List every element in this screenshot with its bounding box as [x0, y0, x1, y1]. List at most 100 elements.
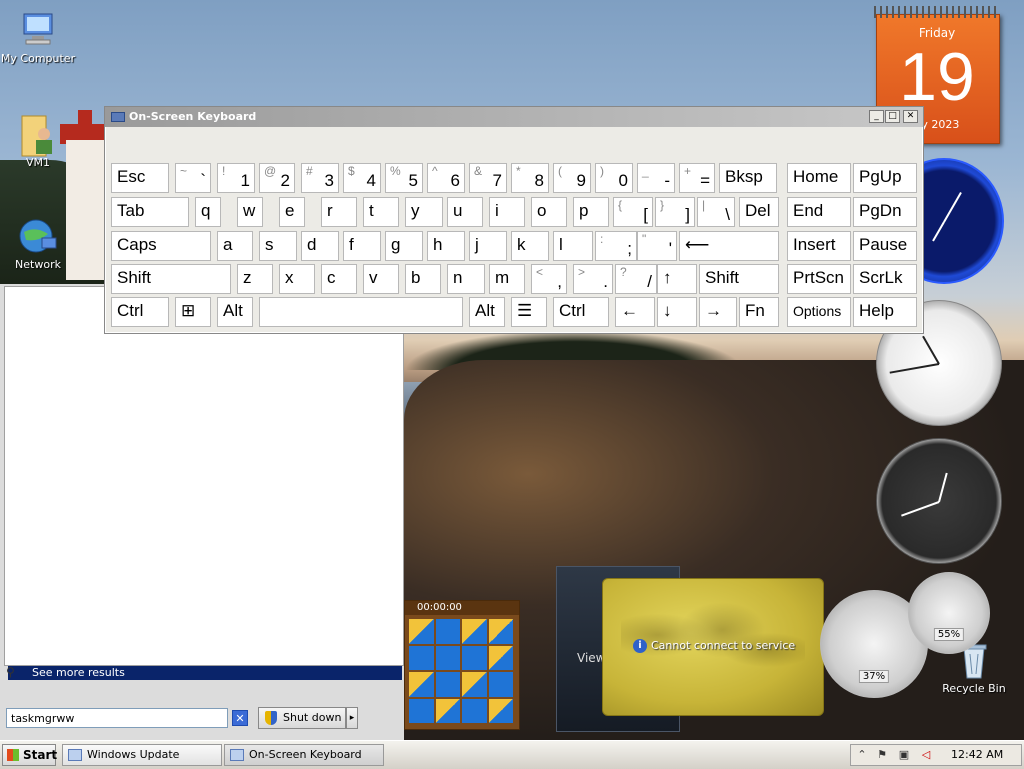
key-r2k2[interactable]: s — [259, 231, 297, 261]
key-r0k14[interactable]: Bksp — [719, 163, 777, 193]
key-r1k4[interactable]: r — [321, 197, 357, 227]
key-r3k9[interactable]: >. — [573, 264, 613, 294]
key-r0k13[interactable]: + = — [679, 163, 715, 193]
puzzle-grid[interactable] — [409, 619, 513, 723]
puzzle-tile[interactable] — [435, 645, 460, 670]
key-r3k1[interactable]: z — [237, 264, 273, 294]
key-r3k10[interactable]: ? / — [615, 264, 657, 294]
weather-map-gadget[interactable]: i Cannot connect to service — [602, 578, 824, 716]
key-r4k0[interactable]: Ctrl — [111, 297, 169, 327]
key-r4k11[interactable]: Options — [787, 297, 851, 327]
puzzle-tile[interactable] — [409, 645, 434, 670]
puzzle-tile[interactable] — [488, 698, 513, 723]
key-r0k3[interactable]: @2 — [259, 163, 295, 193]
key-r2k3[interactable]: d — [301, 231, 339, 261]
key-r1k14[interactable]: Del — [739, 197, 779, 227]
picture-puzzle-gadget[interactable]: 00:00:00 — [404, 600, 520, 730]
taskbar-item-on-screen-keyboard[interactable]: On-Screen Keyboard — [224, 744, 384, 766]
key-r4k7[interactable]: ← — [615, 297, 655, 327]
key-r1k5[interactable]: t — [363, 197, 399, 227]
key-r2k14[interactable]: Pause — [853, 231, 917, 261]
key-r3k3[interactable]: c — [321, 264, 357, 294]
puzzle-tile[interactable] — [462, 672, 487, 697]
key-r0k1[interactable]: ~ ` — [175, 163, 211, 193]
clock-time[interactable]: 12:42 AM — [951, 748, 1003, 761]
key-r0k4[interactable]: #3 — [301, 163, 339, 193]
key-r3k14[interactable]: ScrLk — [853, 264, 917, 294]
key-r3k0[interactable]: Shift — [111, 264, 231, 294]
puzzle-tile[interactable] — [488, 619, 513, 644]
clear-search-icon[interactable]: ✕ — [232, 710, 248, 726]
key-r0k8[interactable]: & 7 — [469, 163, 507, 193]
key-r3k12[interactable]: Shift — [699, 264, 779, 294]
key-r2k6[interactable]: h — [427, 231, 465, 261]
key-r0k10[interactable]: (9 — [553, 163, 591, 193]
key-r3k13[interactable]: PrtScn — [787, 264, 851, 294]
key-r0k11[interactable]: ) 0 — [595, 163, 633, 193]
key-r1k7[interactable]: u — [447, 197, 483, 227]
puzzle-tile[interactable] — [409, 672, 434, 697]
key-r2k7[interactable]: j — [469, 231, 507, 261]
key-r4k5[interactable]: ☰ — [511, 297, 547, 327]
key-r0k0[interactable]: Esc — [111, 163, 169, 193]
key-r4k1[interactable]: ⊞ — [175, 297, 211, 327]
key-r1k16[interactable]: PgDn — [853, 197, 917, 227]
key-r1k9[interactable]: o — [531, 197, 567, 227]
key-r0k2[interactable]: ! 1 — [217, 163, 255, 193]
key-r0k7[interactable]: ^ 6 — [427, 163, 465, 193]
key-r3k6[interactable]: n — [447, 264, 485, 294]
puzzle-tile[interactable] — [462, 645, 487, 670]
key-space[interactable] — [259, 297, 463, 327]
desktop-icon-my-computer[interactable]: My Computer — [0, 10, 76, 65]
key-r4k10[interactable]: Fn — [739, 297, 779, 327]
key-r1k6[interactable]: y — [405, 197, 443, 227]
taskbar-item-windows-update[interactable]: Windows Update — [62, 744, 222, 766]
key-r1k13[interactable]: | \ — [697, 197, 735, 227]
key-r1k11[interactable]: {[ — [613, 197, 653, 227]
shut-down-options-button[interactable]: ▸ — [346, 707, 358, 729]
key-r4k4[interactable]: Alt — [469, 297, 505, 327]
search-input[interactable]: taskmgrww — [6, 708, 228, 728]
key-r1k10[interactable]: p — [573, 197, 609, 227]
key-r4k2[interactable]: Alt — [217, 297, 253, 327]
key-r2k8[interactable]: k — [511, 231, 549, 261]
key-r2k11[interactable]: " ' — [637, 231, 677, 261]
puzzle-tile[interactable] — [435, 672, 460, 697]
key-r0k9[interactable]: * 8 — [511, 163, 549, 193]
puzzle-tile[interactable] — [488, 672, 513, 697]
puzzle-tile[interactable] — [435, 619, 460, 644]
close-button[interactable]: ✕ — [903, 110, 918, 123]
maximize-button[interactable]: □ — [885, 110, 900, 123]
chevron-up-icon[interactable]: ⌃ — [855, 748, 869, 762]
key-r1k2[interactable]: w — [237, 197, 263, 227]
key-r2k4[interactable]: f — [343, 231, 381, 261]
desktop-icon-network[interactable]: Network — [0, 216, 76, 271]
key-r2k0[interactable]: Caps — [111, 231, 211, 261]
window-titlebar[interactable]: On-Screen Keyboard _ □ ✕ — [105, 107, 923, 127]
key-r0k5[interactable]: $4 — [343, 163, 381, 193]
clock-gadget-dark[interactable] — [876, 438, 1002, 564]
minimize-button[interactable]: _ — [869, 110, 884, 123]
key-r4k6[interactable]: Ctrl — [553, 297, 609, 327]
key-r0k6[interactable]: % 5 — [385, 163, 423, 193]
shut-down-button[interactable]: Shut down — [258, 707, 346, 729]
key-r3k5[interactable]: b — [405, 264, 441, 294]
key-r3k4[interactable]: v — [363, 264, 399, 294]
key-r0k16[interactable]: PgUp — [853, 163, 917, 193]
key-r3k8[interactable]: <, — [531, 264, 567, 294]
network-icon[interactable]: ▣ — [897, 748, 911, 762]
volume-muted-icon[interactable]: ◁ — [919, 748, 933, 762]
key-r3k7[interactable]: m — [489, 264, 525, 294]
key-r3k2[interactable]: x — [279, 264, 315, 294]
key-r1k3[interactable]: e — [279, 197, 305, 227]
key-r3k11[interactable]: ↑ — [657, 264, 697, 294]
puzzle-tile[interactable] — [409, 619, 434, 644]
key-r1k12[interactable]: }] — [655, 197, 695, 227]
key-r2k13[interactable]: Insert — [787, 231, 851, 261]
key-r1k1[interactable]: q — [195, 197, 221, 227]
key-r2k5[interactable]: g — [385, 231, 423, 261]
flag-icon[interactable]: ⚑ — [875, 748, 889, 762]
key-r4k9[interactable]: → — [699, 297, 737, 327]
key-r2k9[interactable]: l — [553, 231, 593, 261]
key-r4k12[interactable]: Help — [853, 297, 917, 327]
